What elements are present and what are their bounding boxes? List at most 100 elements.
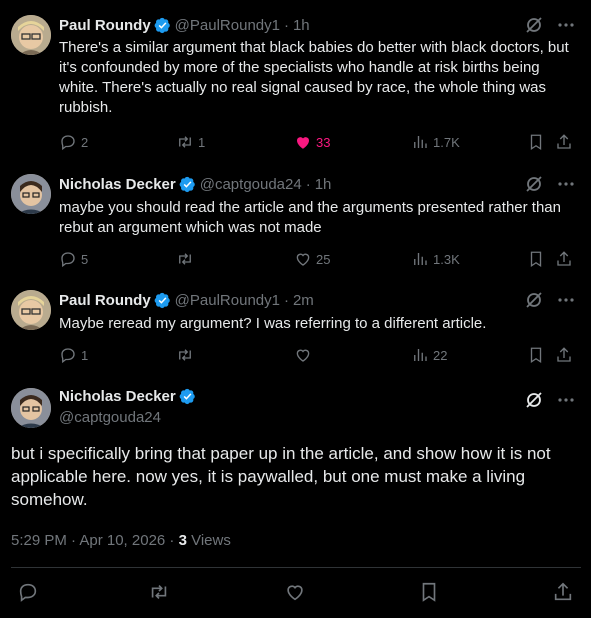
bookmark-icon — [530, 251, 542, 268]
grok-icon[interactable] — [524, 390, 544, 410]
tweet-time[interactable]: 1h — [315, 176, 332, 193]
grok-icon[interactable] — [524, 290, 544, 310]
verified-badge-icon — [154, 292, 170, 308]
author-handle[interactable]: @captgouda24 — [200, 176, 302, 193]
views-count: 22 — [433, 347, 448, 363]
tweet-3[interactable]: Paul Roundy @PaulRoundy1 · 2m Maybe rere… — [0, 290, 591, 370]
reply-icon — [19, 583, 37, 602]
views-count: 1.7K — [433, 134, 460, 150]
reply-button[interactable]: 2 — [59, 132, 88, 152]
bookmark-button[interactable] — [527, 132, 545, 152]
verified-badge-icon — [154, 17, 170, 33]
author-handle[interactable]: @PaulRoundy1 — [175, 292, 280, 309]
repost-button[interactable]: 1 — [176, 132, 205, 152]
reply-icon — [61, 135, 75, 151]
views-button[interactable]: 1.7K — [411, 132, 460, 152]
like-count: 33 — [316, 134, 331, 150]
avatar[interactable] — [11, 388, 51, 428]
repost-button[interactable] — [176, 345, 198, 365]
more-icon[interactable] — [556, 174, 576, 194]
grok-icon[interactable] — [524, 174, 544, 194]
avatar[interactable] — [11, 174, 51, 214]
views-button[interactable]: 22 — [411, 345, 447, 365]
verified-badge-icon — [179, 176, 195, 192]
tweet-text: Maybe reread my argument? I was referrin… — [59, 315, 487, 332]
bookmark-button[interactable] — [418, 582, 440, 602]
tweet-actions: 2 1 33 1.7K — [59, 132, 579, 152]
bookmark-icon — [530, 134, 542, 151]
views-count: 1.3K — [433, 251, 460, 267]
repost-count: 1 — [198, 134, 206, 150]
like-button[interactable] — [284, 582, 306, 602]
like-button[interactable]: 25 — [294, 249, 330, 269]
tweet-actions: 5 25 1.3K — [59, 249, 579, 269]
tweet-header: Paul Roundy @PaulRoundy1 · 1h — [59, 16, 310, 34]
author-name[interactable]: Paul Roundy — [59, 17, 151, 34]
bookmark-icon — [530, 347, 542, 364]
views-count: 3 — [178, 532, 187, 549]
avatar[interactable] — [11, 290, 51, 330]
tweet-text: maybe you should read the article and th… — [59, 199, 561, 236]
reply-icon — [61, 348, 75, 364]
views-icon — [414, 253, 427, 265]
tweet-actions: 1 22 — [59, 345, 579, 365]
repost-icon — [179, 253, 191, 265]
tweet-text: There's a similar argument that black ba… — [59, 39, 569, 116]
reply-count: 2 — [81, 134, 89, 150]
share-icon — [557, 347, 571, 362]
repost-button[interactable] — [148, 582, 170, 602]
repost-icon — [179, 349, 191, 361]
timestamp-text[interactable]: 5:29 PM · Apr 10, 2026 · — [11, 532, 179, 549]
like-count: 25 — [316, 251, 331, 267]
share-button[interactable] — [555, 345, 573, 365]
views-icon — [414, 136, 427, 148]
like-icon — [296, 253, 310, 266]
share-button[interactable] — [555, 249, 573, 269]
share-button[interactable] — [555, 132, 573, 152]
divider — [11, 567, 581, 568]
reply-button[interactable] — [17, 582, 39, 602]
views-button[interactable]: 1.3K — [411, 249, 460, 269]
repost-button[interactable] — [176, 249, 198, 269]
author-name[interactable]: Nicholas Decker — [59, 176, 176, 193]
tweet-time[interactable]: 1h — [293, 17, 310, 34]
repost-icon — [151, 584, 167, 600]
more-icon[interactable] — [556, 290, 576, 310]
main-actions — [0, 582, 591, 606]
verified-badge-icon — [179, 388, 195, 405]
grok-icon[interactable] — [524, 15, 544, 35]
like-button[interactable] — [294, 345, 316, 365]
reply-button[interactable]: 5 — [59, 249, 88, 269]
share-button[interactable] — [552, 582, 574, 602]
reply-count: 5 — [81, 251, 89, 267]
like-icon — [287, 585, 303, 601]
reply-count: 1 — [81, 347, 89, 363]
like-icon — [296, 349, 310, 362]
reply-icon — [61, 252, 75, 268]
like-button[interactable]: 33 — [294, 132, 330, 152]
repost-icon — [179, 136, 191, 148]
share-icon — [557, 251, 571, 266]
tweet-1[interactable]: Paul Roundy @PaulRoundy1 · 1h There's a … — [0, 15, 591, 165]
more-icon[interactable] — [556, 15, 576, 35]
tweet-text: but i specifically bring that paper up i… — [11, 444, 551, 509]
bookmark-button[interactable] — [527, 249, 545, 269]
share-icon — [554, 582, 572, 601]
author-handle[interactable]: @PaulRoundy1 — [175, 17, 280, 34]
more-icon[interactable] — [556, 390, 576, 410]
bookmark-button[interactable] — [527, 345, 545, 365]
avatar[interactable] — [11, 15, 51, 55]
bookmark-icon — [422, 582, 436, 602]
author-name[interactable]: Nicholas Decker — [59, 388, 176, 405]
tweet-timestamp: 5:29 PM · Apr 10, 2026 · 3 Views — [11, 532, 231, 549]
author-name[interactable]: Paul Roundy — [59, 292, 151, 309]
views-label: Views — [186, 532, 231, 549]
tweet-header: Nicholas Decker @captgouda24 · 1h — [59, 175, 332, 193]
share-icon — [557, 134, 571, 149]
like-icon — [297, 137, 309, 149]
author-handle[interactable]: @captgouda24 — [59, 409, 161, 426]
tweet-time[interactable]: 2m — [293, 292, 314, 309]
tweet-2[interactable]: Nicholas Decker @captgouda24 · 1h maybe … — [0, 174, 591, 274]
views-icon — [414, 349, 427, 361]
reply-button[interactable]: 1 — [59, 345, 88, 365]
